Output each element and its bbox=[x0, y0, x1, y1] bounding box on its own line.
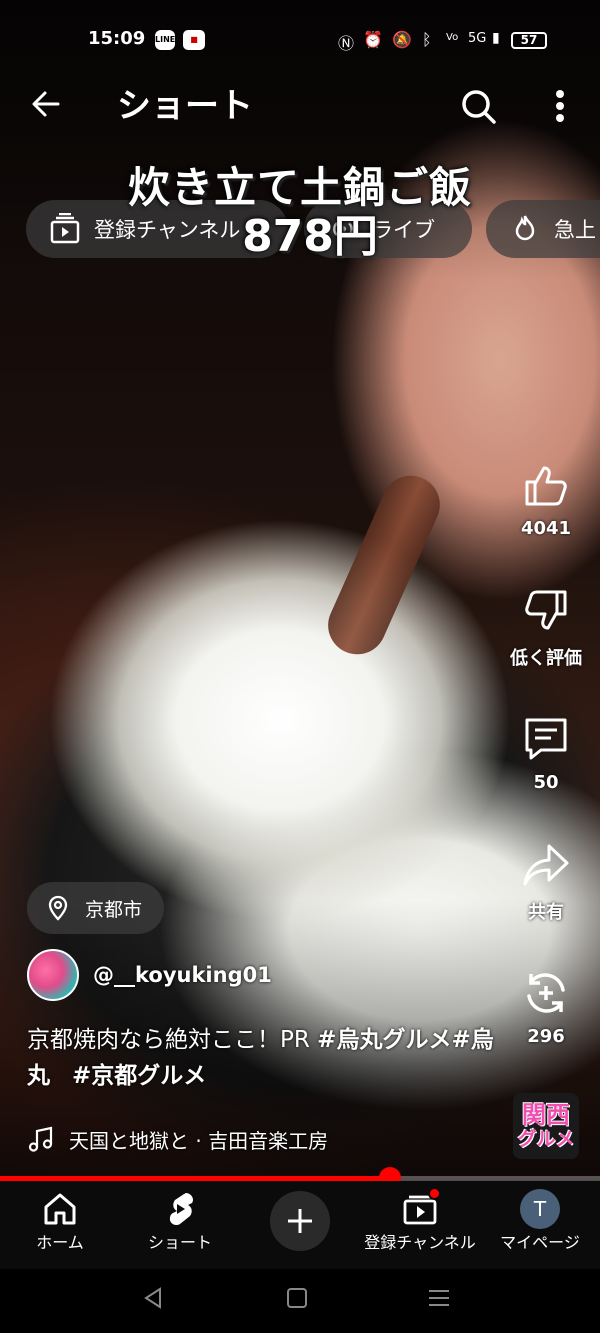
nav-label: マイページ bbox=[500, 1233, 580, 1252]
notification-app-icon: ■ bbox=[183, 30, 205, 50]
nav-subscriptions[interactable]: 登録チャンネル bbox=[355, 1189, 485, 1253]
nav-mypage[interactable]: T マイページ bbox=[495, 1189, 585, 1253]
channel-avatar[interactable] bbox=[27, 949, 79, 1001]
nav-label: 登録チャンネル bbox=[364, 1233, 476, 1252]
create-button[interactable] bbox=[270, 1191, 330, 1251]
nfc-icon: Ⓝ bbox=[338, 34, 355, 53]
signal-icon: ▮ bbox=[492, 30, 500, 46]
description-text: 京都焼肉なら絶対ここ！PR bbox=[27, 1027, 318, 1053]
music-label: 天国と地獄と · 吉田音楽工房 bbox=[69, 1128, 329, 1153]
search-icon[interactable] bbox=[460, 88, 498, 126]
system-nav-bar bbox=[0, 1269, 600, 1333]
arrow-left-icon[interactable] bbox=[28, 86, 68, 131]
remix-count: 296 bbox=[527, 1026, 565, 1047]
location-pin-icon bbox=[48, 895, 68, 921]
comment-icon bbox=[525, 718, 567, 760]
channel-handle[interactable]: @__koyuking01 bbox=[93, 963, 272, 987]
alarm-icon: ⏰ bbox=[363, 30, 383, 49]
home-icon bbox=[44, 1193, 76, 1225]
hashtag[interactable]: #京都グルメ bbox=[72, 1063, 206, 1089]
dislike-label: 低く評価 bbox=[510, 648, 582, 669]
music-note-icon bbox=[28, 1126, 53, 1152]
plus-icon bbox=[288, 1209, 312, 1233]
share-button[interactable]: 共有 bbox=[506, 840, 586, 924]
home-square-icon[interactable] bbox=[284, 1285, 314, 1315]
video-description[interactable]: 京都焼肉なら絶対ここ！PR #烏丸グルメ#烏丸 #京都グルメ bbox=[27, 1022, 497, 1094]
like-button[interactable]: 4041 bbox=[506, 460, 586, 539]
channel-badge[interactable]: 関西 グルメ bbox=[513, 1093, 579, 1159]
notification-dot bbox=[428, 1187, 441, 1200]
line-app-icon: LINE bbox=[155, 30, 175, 50]
channel-row[interactable]: @__koyuking01 bbox=[27, 948, 272, 1002]
like-count: 4041 bbox=[520, 518, 572, 539]
page-title: ショート bbox=[117, 86, 253, 126]
dislike-button[interactable]: 低く評価 bbox=[506, 586, 586, 670]
location-label: 京都市 bbox=[85, 898, 143, 921]
remix-icon bbox=[527, 973, 565, 1013]
nav-shorts[interactable]: ショート bbox=[135, 1189, 225, 1253]
network-icon: 5G bbox=[468, 31, 487, 46]
badge-line1: 関西 bbox=[522, 1101, 570, 1129]
rice-paddle bbox=[318, 466, 450, 664]
recents-menu-icon[interactable] bbox=[426, 1285, 456, 1315]
video-caption-price: 878円 bbox=[242, 211, 378, 262]
badge-line2: グルメ bbox=[517, 1128, 575, 1150]
top-bar: ショート bbox=[0, 80, 600, 132]
bottom-nav: ホーム ショート 登録チャンネル T マイページ bbox=[0, 1181, 600, 1269]
comment-count: 50 bbox=[533, 772, 559, 793]
music-row[interactable]: 天国と地獄と · 吉田音楽工房 bbox=[27, 1122, 328, 1156]
thumbs-down-icon bbox=[525, 590, 567, 630]
bluetooth-icon: ᛒ bbox=[422, 30, 432, 49]
mute-icon: 🔕 bbox=[392, 30, 412, 49]
shorts-icon bbox=[169, 1193, 194, 1226]
back-triangle-icon[interactable] bbox=[140, 1285, 170, 1315]
volte-icon: Vo bbox=[446, 32, 459, 43]
location-chip[interactable]: 京都市 bbox=[27, 882, 165, 934]
hashtag[interactable]: #烏丸グルメ bbox=[317, 1027, 451, 1053]
more-vertical-icon[interactable] bbox=[548, 86, 572, 126]
remix-button[interactable]: 296 bbox=[506, 968, 586, 1047]
share-label: 共有 bbox=[528, 902, 564, 923]
battery-icon: 57 bbox=[511, 32, 547, 49]
comments-button[interactable]: 50 bbox=[506, 714, 586, 793]
nav-label: ショート bbox=[147, 1233, 212, 1252]
nav-home[interactable]: ホーム bbox=[20, 1189, 100, 1253]
status-bar: 15:09 LINE ■ Ⓝ ⏰ 🔕 ᛒ Vo 5G ▮ 57 bbox=[0, 22, 600, 58]
thumbs-up-icon bbox=[525, 466, 567, 506]
user-avatar: T bbox=[520, 1189, 560, 1229]
nav-label: ホーム bbox=[36, 1233, 84, 1252]
status-time: 15:09 bbox=[88, 28, 146, 49]
share-icon bbox=[523, 844, 569, 886]
